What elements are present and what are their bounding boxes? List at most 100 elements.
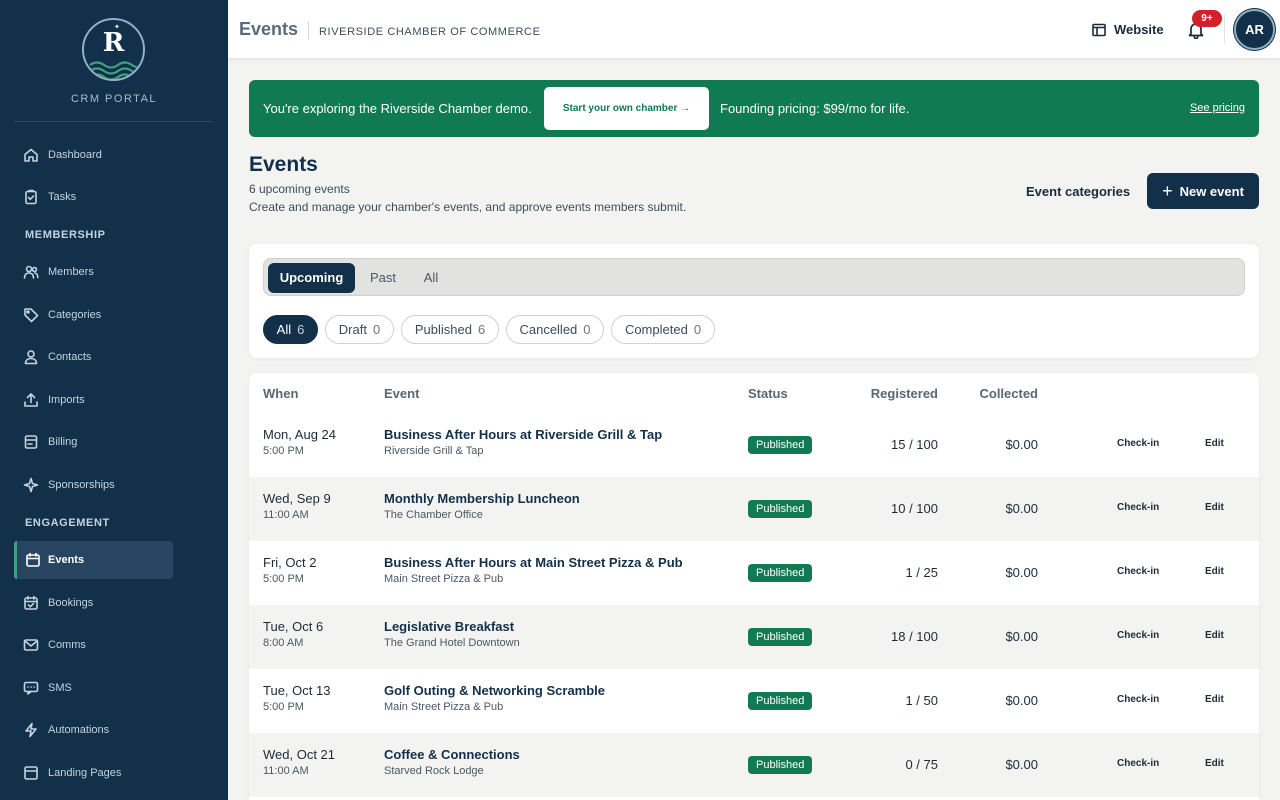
sidebar-item-label: Imports [48,394,85,406]
check-in-button[interactable]: Check-in [1117,502,1159,513]
clipboard-check-icon [14,189,48,205]
page-description: Create and manage your chamber's events,… [249,200,687,214]
table-row[interactable]: Wed, Oct 21 11:00 AM Coffee & Connection… [249,733,1259,797]
sidebar-item-billing[interactable]: Billing [14,423,173,461]
status-badge: Published [748,564,813,582]
website-link[interactable]: Website [1092,22,1164,37]
chip-label: Published [414,322,472,337]
event-venue: Riverside Grill & Tap [384,445,484,457]
status-chip-all[interactable]: All 6 [263,315,318,344]
sidebar-item-landing-pages[interactable]: Landing Pages [14,754,173,792]
check-in-button[interactable]: Check-in [1117,630,1159,641]
edit-button[interactable]: Edit [1205,502,1224,513]
event-date: Wed, Oct 21 [263,747,336,762]
users-icon [14,264,48,280]
sidebar-item-dashboard[interactable]: Dashboard [14,136,173,174]
event-time: 8:00 AM [263,637,304,649]
check-in-button[interactable]: Check-in [1117,566,1159,577]
column-header-status[interactable]: Status [748,386,788,401]
sidebar-item-contacts[interactable]: Contacts [14,338,173,376]
table-row[interactable]: Wed, Sep 9 11:00 AM Monthly Membership L… [249,477,1259,541]
new-event-button[interactable]: + New event [1147,173,1259,209]
table-row[interactable]: Fri, Oct 2 5:00 PM Business After Hours … [249,541,1259,605]
event-name-link[interactable]: Golf Outing & Networking Scramble [384,683,605,698]
time-tabs: Upcoming Past All [263,258,1245,296]
upcoming-count: 6 upcoming events [249,182,350,196]
event-name-link[interactable]: Monthly Membership Luncheon [384,491,580,506]
event-time: 5:00 PM [263,445,304,457]
chip-label: All [276,322,292,337]
column-header-when[interactable]: When [263,386,298,401]
sidebar-item-label: Events [48,554,85,566]
home-icon [14,147,48,163]
event-name-link[interactable]: Legislative Breakfast [384,619,514,634]
sidebar-item-events[interactable]: Events [14,541,173,579]
event-venue: Starved Rock Lodge [384,765,484,777]
collected-amount: $0.00 [1005,693,1038,708]
sidebar-item-bookings[interactable]: Bookings [14,584,173,622]
tab-past[interactable]: Past [359,263,407,293]
event-date: Wed, Sep 9 [263,491,331,506]
chip-count: 0 [583,322,591,337]
sidebar-item-label: Categories [48,309,102,321]
column-header-event[interactable]: Event [384,386,419,401]
edit-button[interactable]: Edit [1205,694,1224,705]
status-chip-cancelled[interactable]: Cancelled 0 [506,315,604,344]
sidebar-logo[interactable]: ✦ R CRM PORTAL [0,0,228,122]
sidebar-item-label: Dashboard [48,149,102,161]
column-header-collected[interactable]: Collected [979,386,1038,401]
column-header-registered[interactable]: Registered [871,386,938,401]
top-bar: Events RIVERSIDE CHAMBER OF COMMERCE Web… [228,0,1280,59]
sidebar-item-sms[interactable]: SMS [14,669,173,707]
status-chip-published[interactable]: Published 6 [401,315,499,344]
sidebar-item-label: Comms [48,639,86,651]
topbar-title: Events [239,19,299,39]
sidebar-item-imports[interactable]: Imports [14,381,173,419]
event-date: Tue, Oct 6 [263,619,324,634]
table-row[interactable]: Tue, Oct 6 8:00 AM Legislative Breakfast… [249,605,1259,669]
layout-icon [14,765,48,781]
status-chip-draft[interactable]: Draft 0 [325,315,394,344]
see-pricing-link[interactable]: See pricing [1190,102,1245,114]
message-icon [14,680,48,696]
mail-icon [14,637,48,653]
edit-button[interactable]: Edit [1205,630,1224,641]
sidebar-item-label: Tasks [48,191,77,203]
collected-amount: $0.00 [1005,757,1038,772]
sidebar-item-automations[interactable]: Automations [14,711,173,749]
event-name-link[interactable]: Coffee & Connections [384,747,520,762]
sidebar-item-comms[interactable]: Comms [14,626,173,664]
start-chamber-button[interactable]: Start your own chamber → [544,87,709,130]
upload-icon [14,392,48,408]
status-chip-completed[interactable]: Completed 0 [611,315,715,344]
avatar[interactable]: AR [1234,9,1275,50]
sidebar-item-categories[interactable]: Categories [14,296,173,334]
check-in-button[interactable]: Check-in [1117,438,1159,449]
notification-badge: 9+ [1192,10,1222,27]
check-in-button[interactable]: Check-in [1117,694,1159,705]
collected-amount: $0.00 [1005,629,1038,644]
filter-card: Upcoming Past All All 6 Draft 0 Published 6… [249,244,1259,358]
event-name-link[interactable]: Business After Hours at Main Street Pizz… [384,555,683,570]
sidebar-item-tasks[interactable]: Tasks [14,178,173,216]
tag-icon [14,307,48,323]
calendar-icon [17,552,48,568]
chip-count: 6 [297,322,305,337]
sidebar-item-members[interactable]: Members [14,253,173,291]
event-name-link[interactable]: Business After Hours at Riverside Grill … [384,427,662,442]
sidebar-item-label: Contacts [48,351,92,363]
check-in-button[interactable]: Check-in [1117,758,1159,769]
table-row[interactable]: Tue, Oct 13 5:00 PM Golf Outing & Networ… [249,669,1259,733]
event-categories-button[interactable]: Event categories [1026,184,1130,199]
tab-upcoming[interactable]: Upcoming [268,263,355,293]
table-row[interactable]: Mon, Aug 24 5:00 PM Business After Hours… [249,413,1259,477]
edit-button[interactable]: Edit [1205,438,1224,449]
event-venue: The Chamber Office [384,509,483,521]
status-badge: Published [748,692,813,710]
divider [308,22,309,40]
edit-button[interactable]: Edit [1205,566,1224,577]
sidebar-item-label: Bookings [48,597,94,609]
edit-button[interactable]: Edit [1205,758,1224,769]
sidebar-item-sponsorships[interactable]: Sponsorships [14,466,173,504]
tab-all[interactable]: All [411,263,451,293]
